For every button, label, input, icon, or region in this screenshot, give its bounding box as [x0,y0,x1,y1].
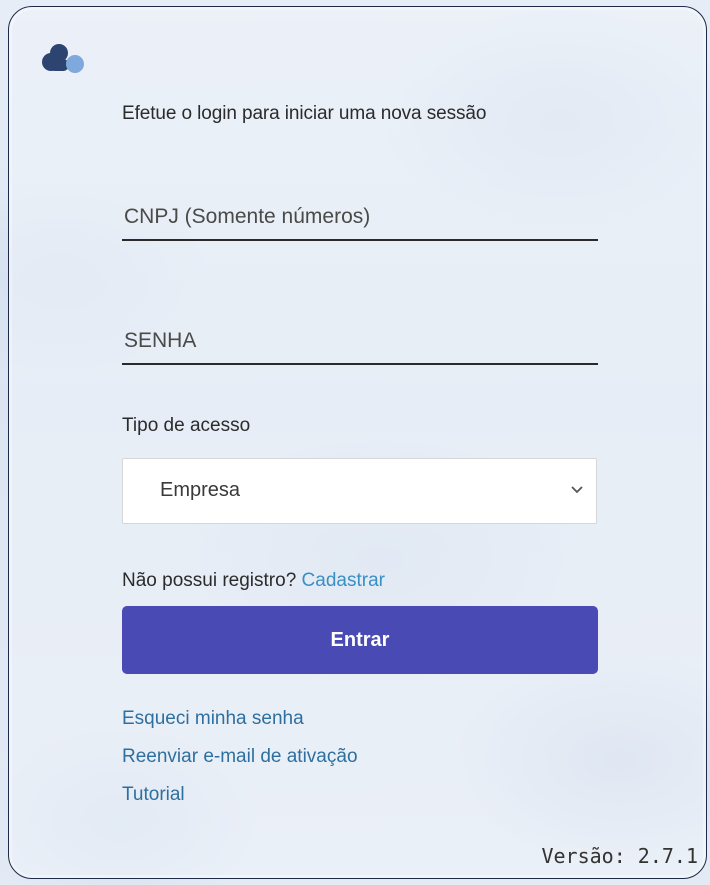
login-subtitle: Efetue o login para iniciar uma nova ses… [122,103,487,124]
register-line: Não possui registro? Cadastrar [122,570,385,592]
resend-activation-link[interactable]: Reenviar e-mail de ativação [122,745,358,783]
cloud-logo-icon [42,44,84,73]
access-type-label: Tipo de acesso [122,415,251,436]
login-card: Efetue o login para iniciar uma nova ses… [8,6,707,879]
access-type-select[interactable]: Empresa [122,458,597,524]
chevron-down-icon [571,486,583,494]
version-text: Versão: 2.7.1 [541,844,698,868]
login-button[interactable]: Entrar [122,606,598,674]
access-type-value: Empresa [160,479,241,501]
cnpj-input[interactable] [122,195,598,239]
cnpj-field [122,195,598,241]
help-links: Esqueci minha senha Reenviar e-mail de a… [122,707,358,821]
forgot-password-link[interactable]: Esqueci minha senha [122,707,358,745]
password-input[interactable] [122,319,598,363]
register-text: Não possui registro? [122,570,297,591]
password-field [122,319,598,365]
tutorial-link[interactable]: Tutorial [122,783,358,821]
register-link[interactable]: Cadastrar [302,570,385,591]
